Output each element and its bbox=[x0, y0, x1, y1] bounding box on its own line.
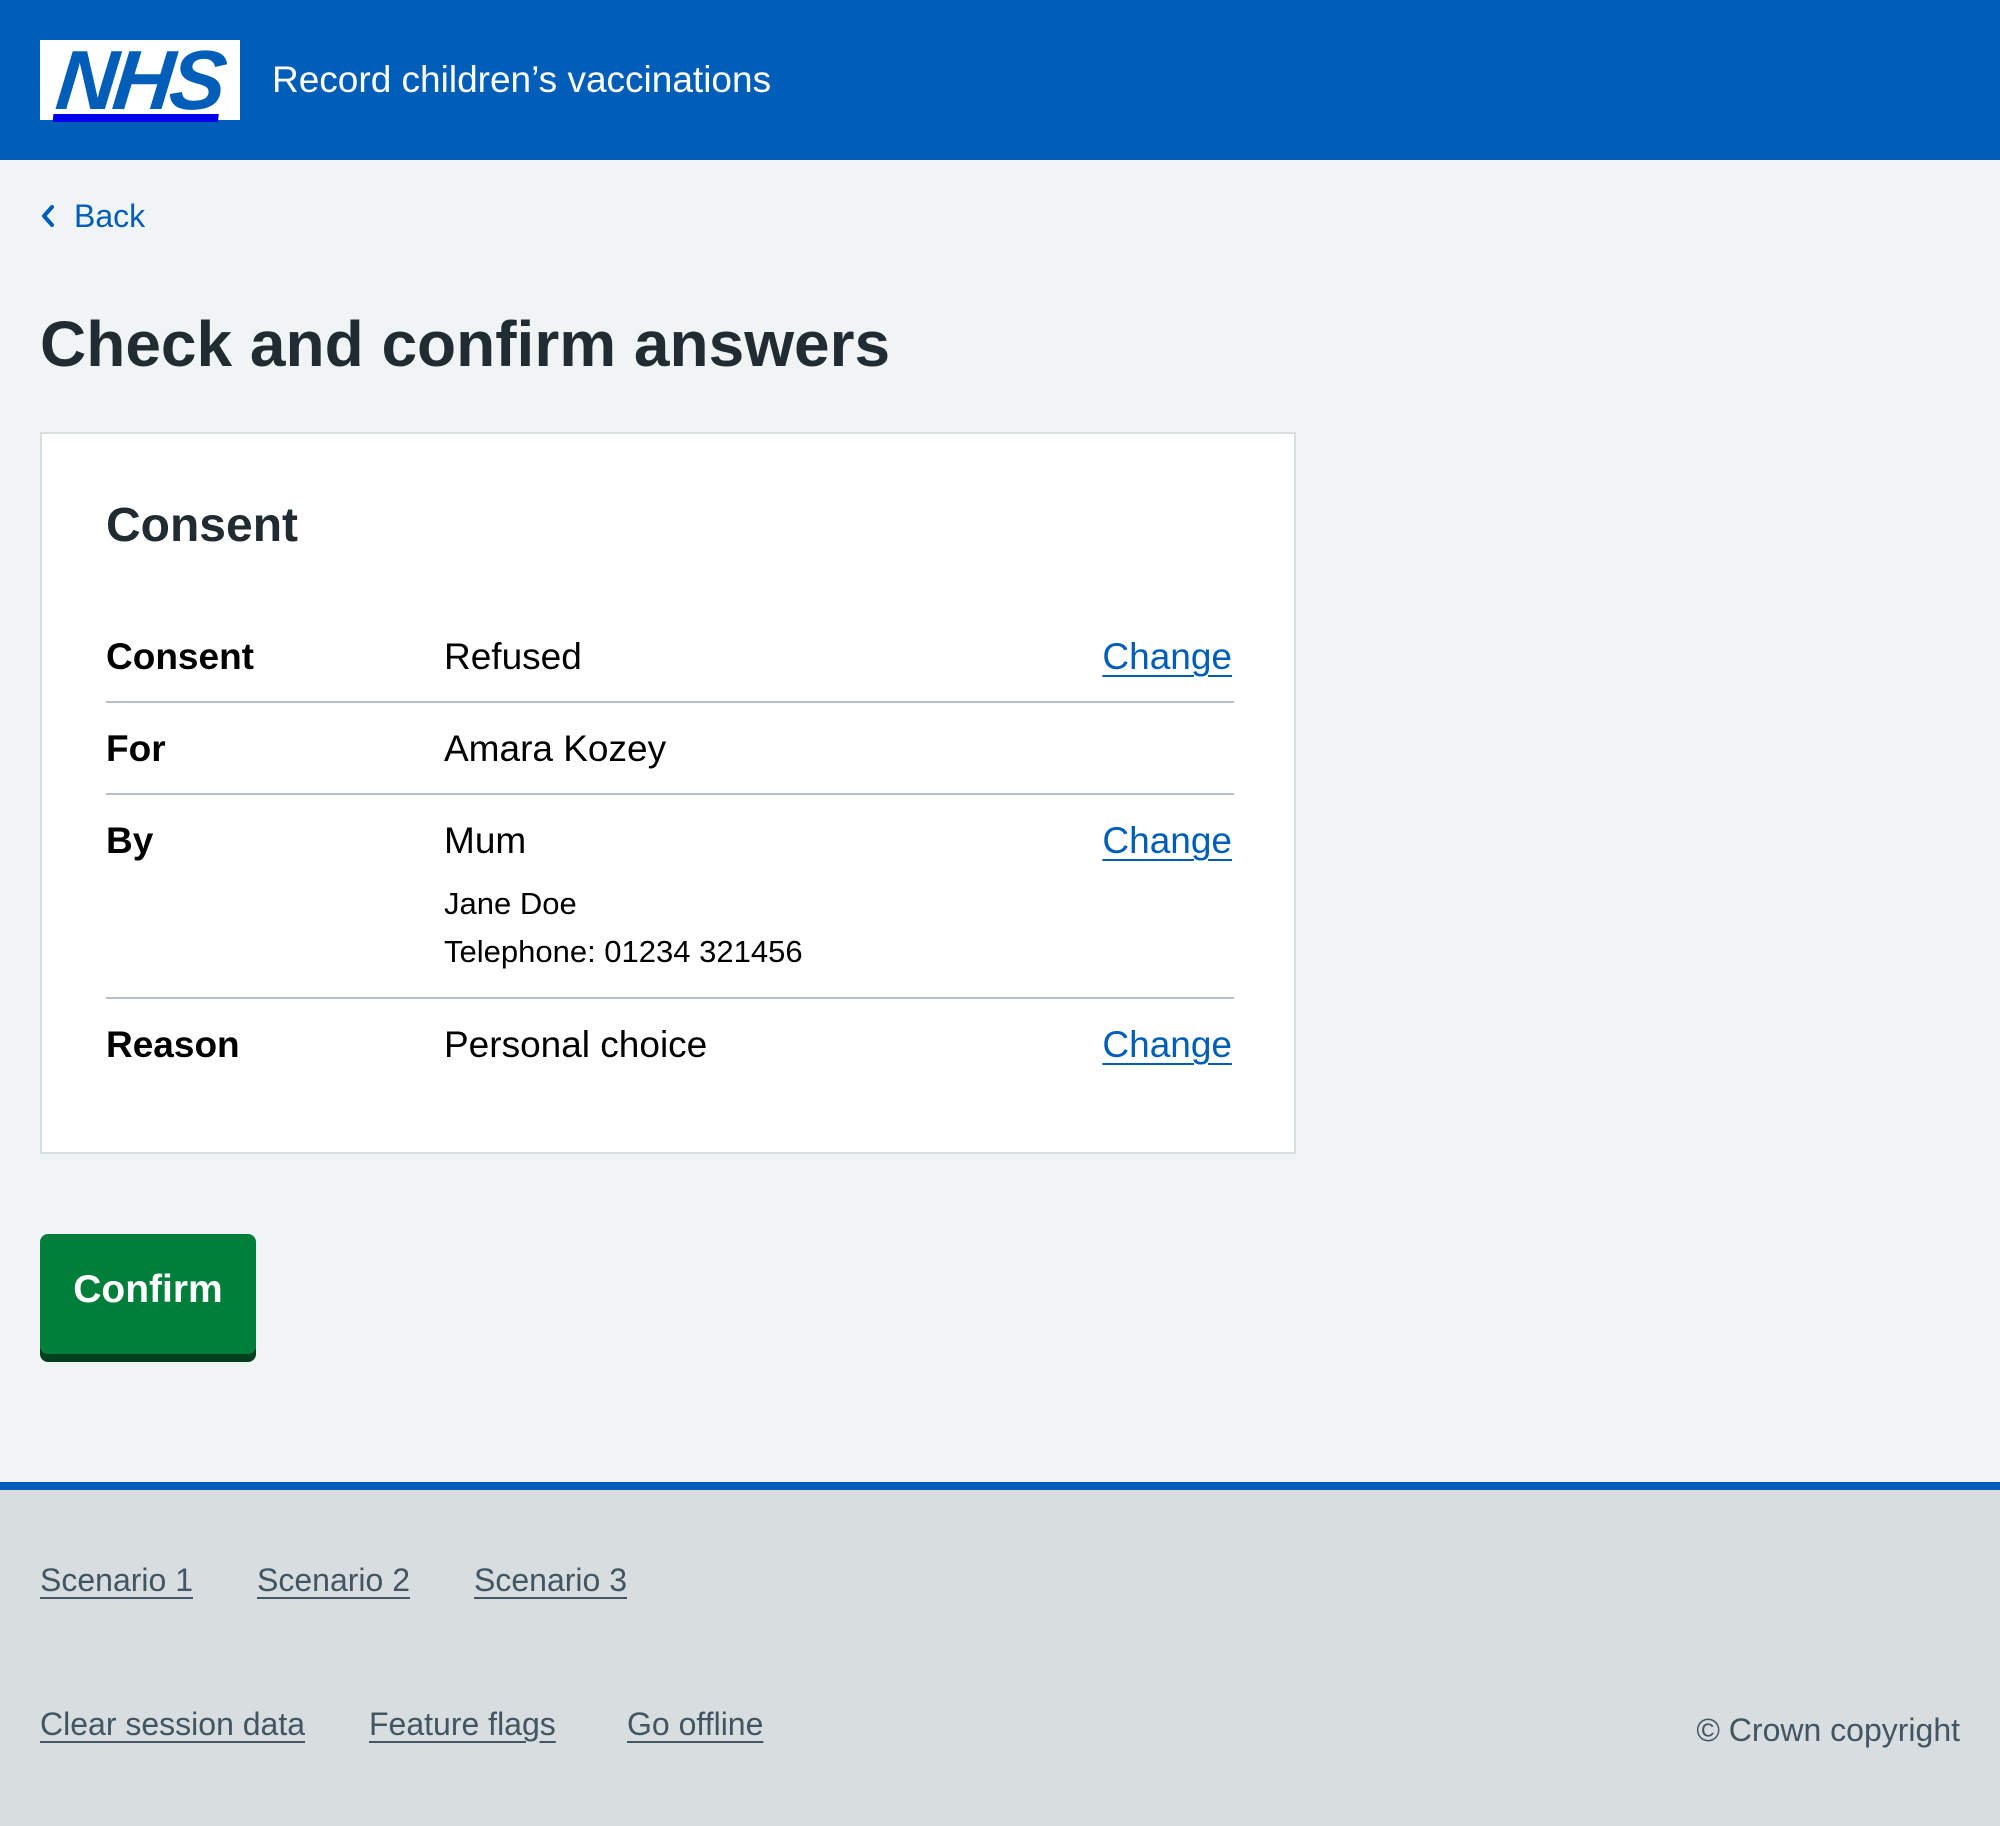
back-link-label: Back bbox=[74, 197, 146, 234]
chevron-left-icon bbox=[42, 205, 54, 227]
footer-link-go-offline[interactable]: Go offline bbox=[627, 1702, 763, 1746]
site-header: NHS Record children’s vaccinations bbox=[0, 0, 2000, 160]
summary-key: Consent bbox=[106, 636, 254, 677]
footer-link-clear-session[interactable]: Clear session data bbox=[40, 1702, 305, 1746]
nhs-logo[interactable]: NHS bbox=[40, 33, 240, 127]
summary-value: Personal choice bbox=[444, 1024, 708, 1065]
change-reason-link[interactable]: Change bbox=[1102, 1020, 1232, 1070]
footer-link-feature-flags[interactable]: Feature flags bbox=[369, 1702, 556, 1746]
footer-link-scenario-3[interactable]: Scenario 3 bbox=[474, 1558, 627, 1602]
nhs-logo-text: NHS bbox=[52, 33, 228, 127]
change-parent-link[interactable]: Change bbox=[1102, 816, 1232, 866]
footer-link-scenario-1[interactable]: Scenario 1 bbox=[40, 1558, 193, 1602]
site-footer: Scenario 1 Scenario 2 Scenario 3 Clear s… bbox=[0, 1482, 2000, 1826]
page-title: Check and confirm answers bbox=[40, 308, 891, 380]
summary-key: For bbox=[106, 728, 166, 769]
back-link[interactable]: Back bbox=[40, 194, 145, 238]
row-divider bbox=[106, 793, 1234, 795]
row-divider bbox=[106, 701, 1234, 703]
summary-key: Reason bbox=[106, 1024, 240, 1065]
confirm-button[interactable]: Confirm bbox=[40, 1234, 256, 1354]
summary-key: By bbox=[106, 820, 154, 861]
copyright-text: © Crown copyright bbox=[1696, 1712, 1960, 1748]
change-consent-link[interactable]: Change bbox=[1102, 632, 1232, 682]
summary-value: Amara Kozey bbox=[444, 728, 667, 769]
summary-value: Mum bbox=[444, 820, 527, 861]
service-name[interactable]: Record children’s vaccinations bbox=[272, 52, 771, 108]
parent-telephone: Telephone: 01234 321456 bbox=[444, 934, 803, 969]
summary-value: Refused bbox=[444, 636, 582, 677]
parent-name: Jane Doe bbox=[444, 886, 577, 921]
footer-link-scenario-2[interactable]: Scenario 2 bbox=[257, 1558, 410, 1602]
card-title: Consent bbox=[106, 499, 298, 552]
summary-card-consent: Consent Consent Refused Change For Amara… bbox=[40, 432, 1296, 1154]
row-divider bbox=[106, 997, 1234, 999]
